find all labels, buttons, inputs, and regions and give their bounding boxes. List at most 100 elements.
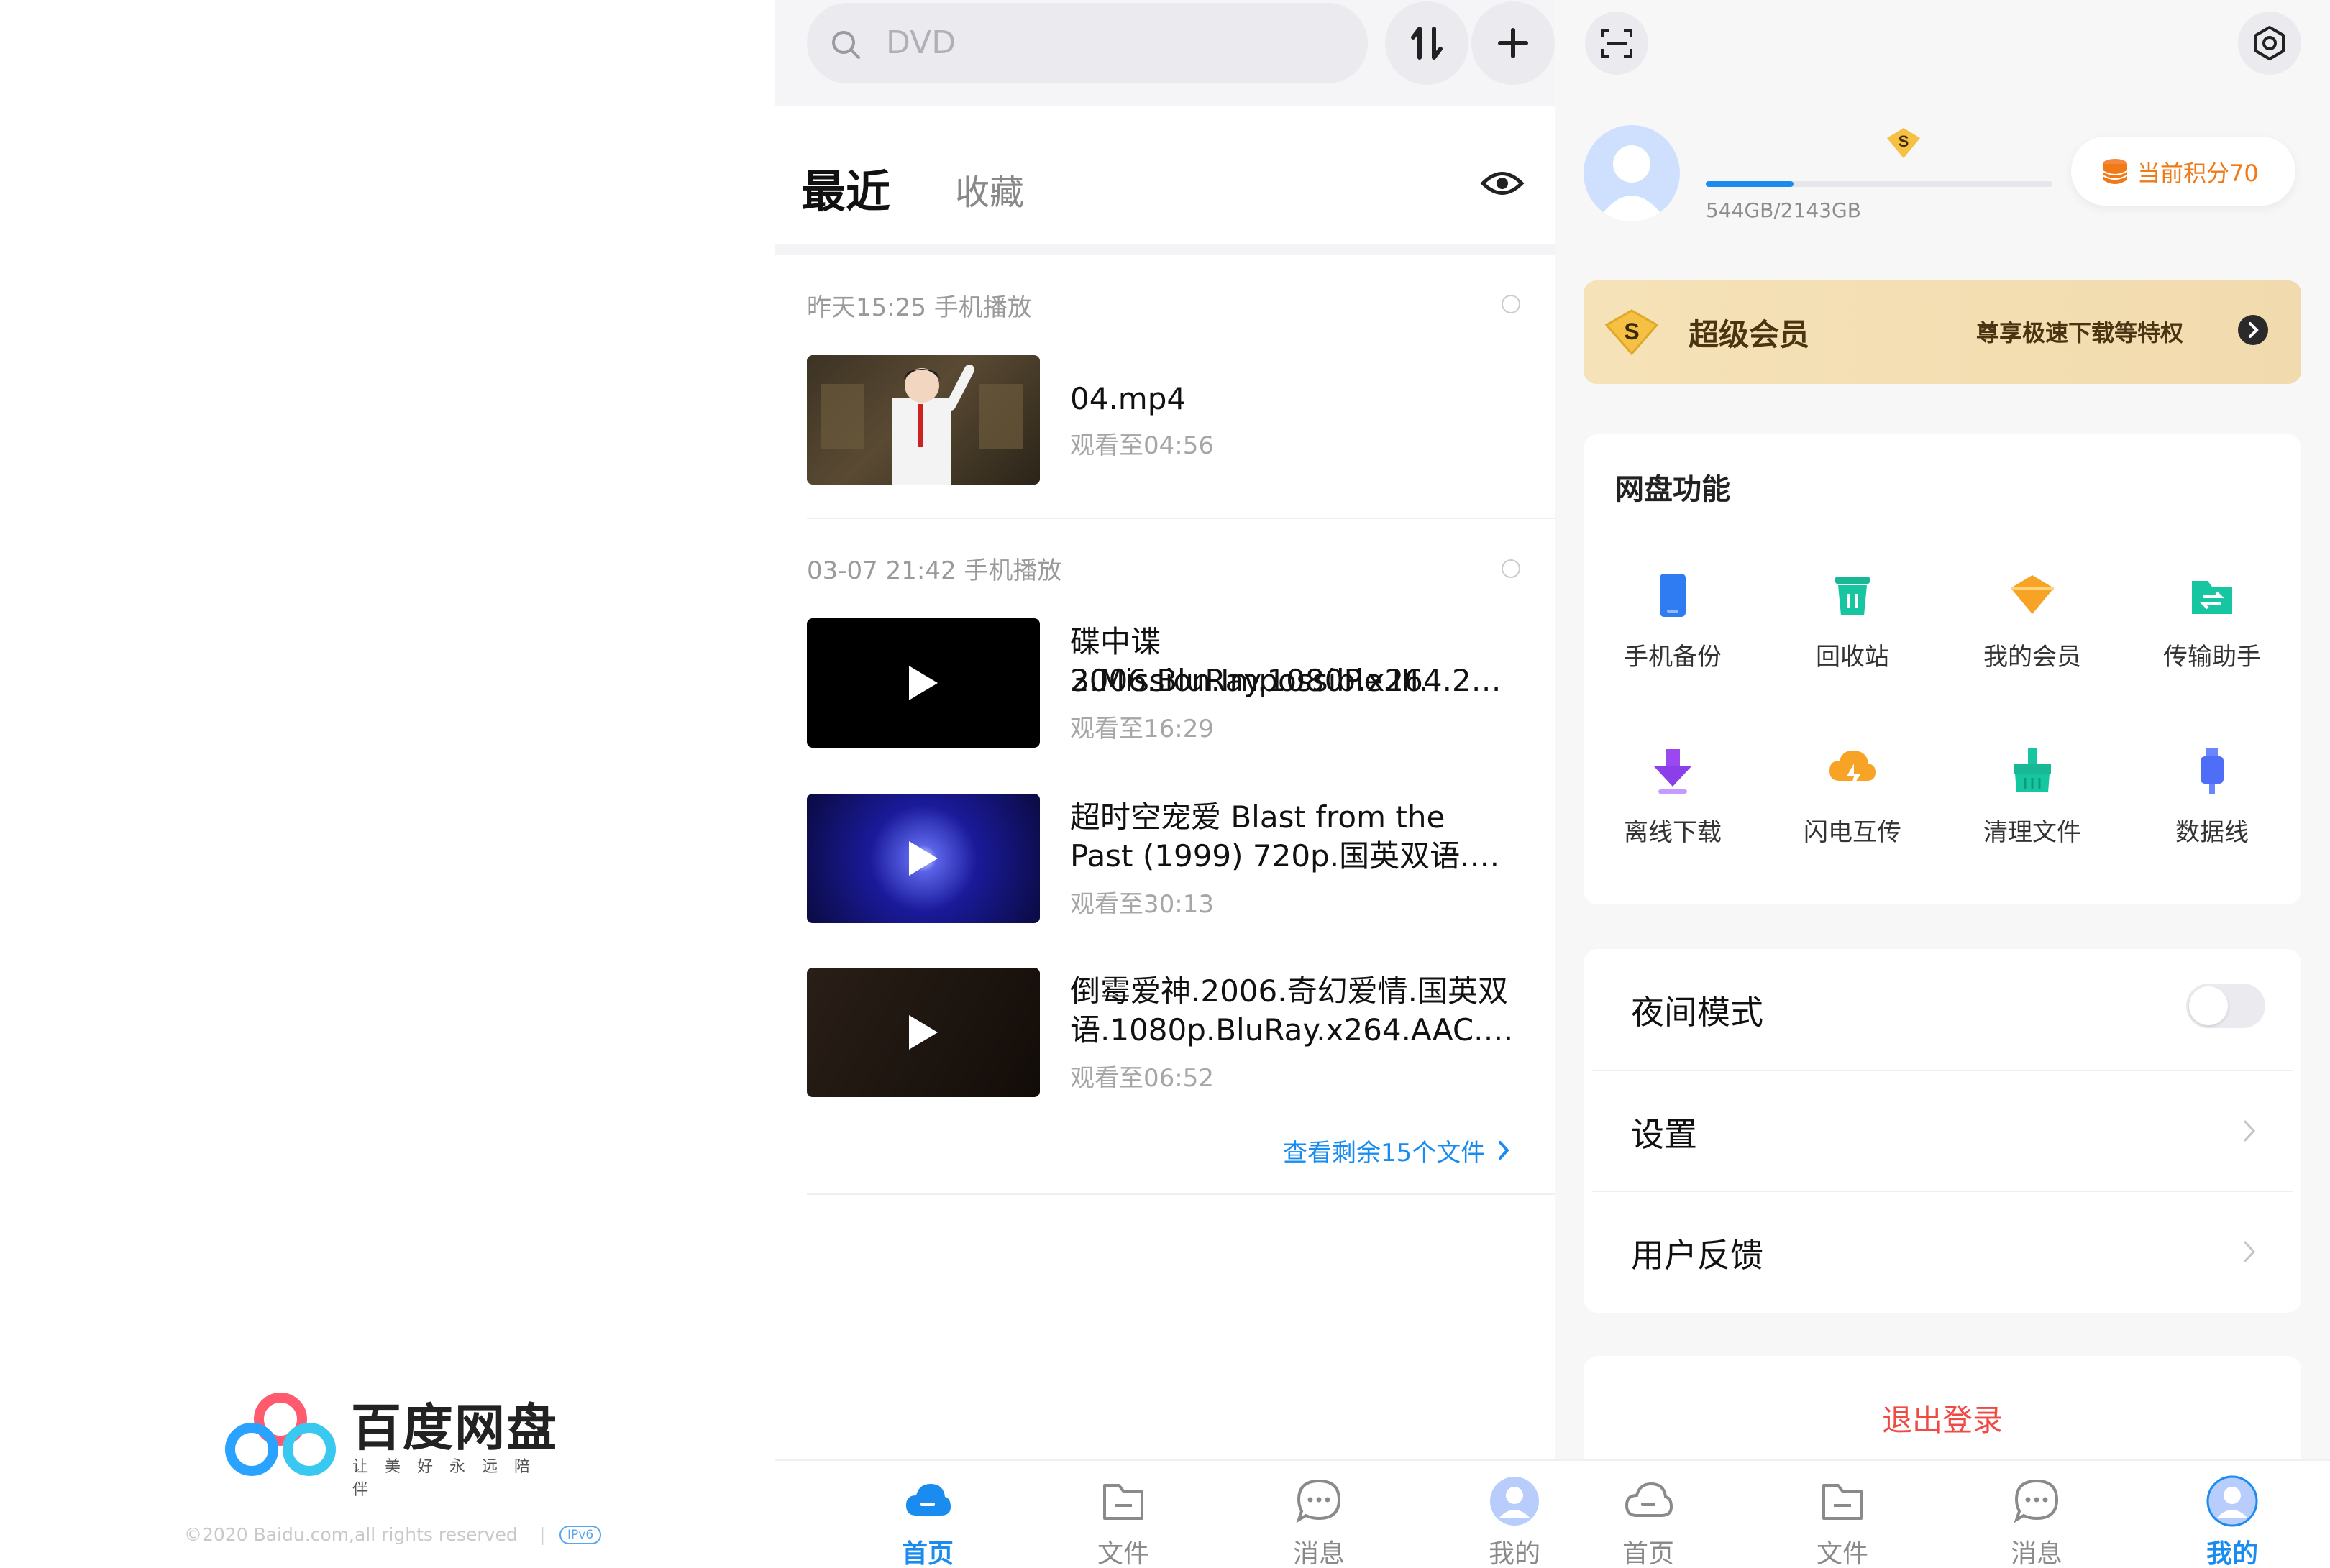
night-mode-row: 夜间模式: [1592, 949, 2293, 1068]
logout-label: 退出登录: [1881, 1403, 2003, 1438]
nav-me[interactable]: 我的: [2160, 1461, 2304, 1568]
home-panel: DVD 最近 收藏 昨天15:25 手机播放 04.mp4 观看至04:56 0…: [775, 0, 1555, 1568]
add-button[interactable]: [1471, 1, 1555, 85]
nav-home[interactable]: 首页: [856, 1461, 1000, 1568]
phone-backup-icon: [1660, 574, 1686, 617]
cloud-home-icon: [906, 1484, 951, 1516]
feedback-row[interactable]: 用户反馈: [1592, 1192, 2293, 1311]
nav-messages[interactable]: 消息: [1965, 1461, 2109, 1568]
function-membership[interactable]: 我的会员: [1943, 569, 2121, 699]
select-circle[interactable]: [1502, 295, 1520, 313]
nav-files[interactable]: 文件: [1771, 1461, 1914, 1568]
watch-progress: 观看至06:52: [1070, 1064, 1214, 1093]
tab-recent[interactable]: 最近: [801, 155, 890, 220]
search-placeholder: DVD: [886, 24, 956, 61]
eye-icon[interactable]: [1480, 168, 1525, 198]
cleanup-icon: [2014, 748, 2051, 792]
function-offline-download[interactable]: 离线下载: [1584, 745, 1762, 874]
function-data-cable[interactable]: 数据线: [2123, 745, 2301, 874]
functions-card: 网盘功能 手机备份 回收站 我的会员 传输助手 离线下载 闪电互传 清理文件 数…: [1584, 434, 2301, 904]
transfer-list-button[interactable]: [1385, 1, 1468, 85]
cloud-logo-icon: [225, 1393, 336, 1476]
storage-bar-fill: [1706, 181, 1794, 187]
logout-button[interactable]: 退出登录: [1584, 1356, 2301, 1471]
nav-home-label: 首页: [901, 1539, 954, 1568]
settings-button[interactable]: [2238, 12, 2301, 75]
file-title-line2: Past (1999) 720p.国英双语.…: [1070, 838, 1500, 874]
chevron-right-icon: [2249, 322, 2259, 338]
brand-slogan: 让美好永远陪伴: [352, 1458, 547, 1499]
function-recycle-bin[interactable]: 回收站: [1763, 569, 1942, 699]
night-mode-label: 夜间模式: [1631, 993, 1763, 1032]
search-input[interactable]: DVD: [807, 3, 1368, 83]
vip-description: 尊享极速下载等特权: [1976, 319, 2184, 347]
settings-row[interactable]: 设置: [1592, 1071, 2293, 1191]
folder-icon: [1103, 1484, 1143, 1520]
list-item[interactable]: 倒霉爱神.2006.奇幻爱情.国英双 语.1080p.BluRay.x264.A…: [807, 968, 1526, 1097]
svg-text:S: S: [1899, 132, 1909, 150]
function-phone-backup[interactable]: 手机备份: [1584, 569, 1762, 699]
nav-messages-label: 消息: [2010, 1539, 2062, 1568]
function-cleanup[interactable]: 清理文件: [1943, 745, 2121, 874]
avatar-icon: [1490, 1477, 1539, 1526]
function-label: 闪电互传: [1804, 818, 1901, 847]
avatar-icon: [2206, 1475, 2258, 1527]
video-thumbnail: [807, 355, 1040, 485]
avatar[interactable]: [1584, 125, 1680, 221]
function-label: 数据线: [2175, 818, 2249, 847]
chevron-right-icon: [1499, 1141, 1509, 1160]
nav-me[interactable]: 我的: [1443, 1461, 1555, 1568]
lightning-transfer-icon: [1829, 751, 1876, 791]
watch-progress: 观看至30:13: [1070, 890, 1214, 919]
view-more-link[interactable]: 查看剩余15个文件: [1283, 1133, 1510, 1168]
super-vip-card[interactable]: S 超级会员 尊享极速下载等特权: [1584, 280, 2301, 384]
scan-button[interactable]: [1585, 12, 1648, 75]
video-thumbnail: [807, 618, 1040, 748]
nav-me-label: 我的: [2206, 1539, 2258, 1568]
recycle-bin-icon: [1835, 577, 1870, 615]
anime-figure-image: [821, 365, 1023, 485]
select-circle[interactable]: [1502, 559, 1520, 578]
ipv6-badge: IPv6: [559, 1526, 602, 1544]
play-icon: [909, 1015, 938, 1050]
points-button[interactable]: 当前积分70: [2071, 137, 2295, 206]
video-thumbnail: [807, 794, 1040, 923]
vip-badge-icon: S: [1887, 128, 1920, 158]
group-header: 03-07 21:42 手机播放: [807, 556, 1062, 585]
nav-files[interactable]: 文件: [1051, 1461, 1195, 1568]
function-lightning-transfer[interactable]: 闪电互传: [1763, 745, 1942, 874]
vip-title: 超级会员: [1689, 317, 1810, 352]
offline-download-icon: [1654, 749, 1691, 794]
scan-icon: [1601, 29, 1632, 58]
settings-label: 设置: [1631, 1115, 1697, 1154]
splash-panel: 百度网盘 让美好永远陪伴 ©2020 Baidu.com,all rights …: [0, 0, 775, 1568]
nav-messages[interactable]: 消息: [1247, 1461, 1391, 1568]
night-mode-toggle[interactable]: [2186, 984, 2265, 1028]
nav-files-label: 文件: [1816, 1539, 1868, 1568]
file-title-line1: 超时空宠爱 Blast from the: [1070, 799, 1445, 835]
toggle-knob: [2189, 986, 2228, 1025]
storage-text: 544GB/2143GB: [1706, 198, 1861, 222]
folder-icon: [1822, 1484, 1863, 1520]
nav-files-label: 文件: [1097, 1539, 1149, 1568]
tab-favorites[interactable]: 收藏: [955, 164, 1024, 214]
file-title-line2: 2006.BluRay.1080P.x264.2…: [1070, 663, 1502, 698]
video-thumbnail: [807, 968, 1040, 1097]
vip-diamond-icon: S: [1604, 309, 1659, 356]
list-item[interactable]: 超时空宠爱 Blast from the Past (1999) 720p.国英…: [807, 794, 1526, 923]
vip-arrow: [2238, 315, 2268, 345]
bottom-nav: 首页 文件 消息 我的: [775, 1459, 1555, 1568]
file-title-line1: 倒霉爱神.2006.奇幻爱情.国英双: [1070, 973, 1508, 1009]
bottom-nav: 首页 文件 消息 我的: [1555, 1459, 2330, 1568]
list-item[interactable]: 碟中谍3.Mission.Impossible.III. 2006.BluRay…: [807, 618, 1526, 748]
nav-home[interactable]: 首页: [1576, 1461, 1720, 1568]
list-item[interactable]: 04.mp4 观看至04:56: [807, 355, 1526, 485]
view-more-label: 查看剩余15个文件: [1283, 1139, 1486, 1168]
section-divider: [775, 244, 1555, 255]
search-icon: [832, 31, 860, 59]
nav-messages-label: 消息: [1292, 1539, 1345, 1568]
play-icon: [909, 841, 938, 876]
copyright-text: ©2020 Baidu.com,all rights reserved: [184, 1524, 518, 1545]
baidu-netdisk-logo: 百度网盘 让美好永远陪伴: [224, 1388, 562, 1499]
function-transfer-assistant[interactable]: 传输助手: [2123, 569, 2301, 699]
